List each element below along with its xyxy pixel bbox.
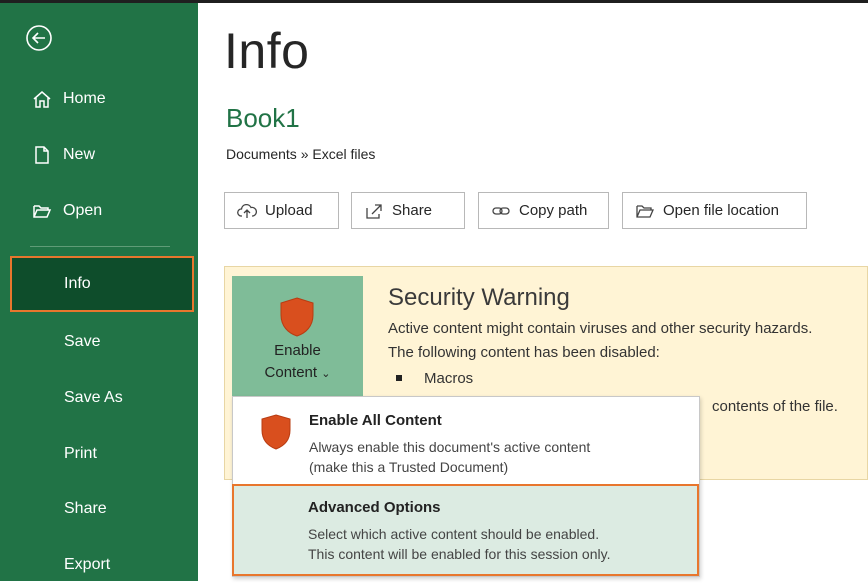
sidebar-item-open[interactable]: Open — [0, 189, 198, 233]
backstage-sidebar: Home New Open Info Save Save As Print Sh… — [0, 3, 198, 581]
advanced-options-item[interactable]: Advanced Options Select which active con… — [232, 484, 699, 576]
security-partial-text: contents of the file. — [712, 398, 838, 415]
enable-content-line1: Enable — [274, 342, 321, 359]
open-file-location-button[interactable]: Open file location — [622, 192, 807, 229]
security-warning-title: Security Warning — [388, 284, 570, 311]
enable-content-label: Enable Content ⌄ — [232, 340, 363, 385]
copy-path-label: Copy path — [519, 202, 588, 219]
sidebar-item-label: Home — [63, 90, 106, 107]
bullet-icon — [396, 375, 402, 381]
sidebar-item-label: Export — [64, 556, 111, 573]
advanced-options-title: Advanced Options — [308, 499, 441, 516]
disabled-item-macros: Macros — [424, 370, 474, 387]
sidebar-divider — [30, 246, 170, 247]
sidebar-item-label: Share — [64, 500, 107, 517]
advanced-options-desc-1: Select which active content should be en… — [308, 526, 600, 542]
enable-all-content-desc-2: (make this a Trusted Document) — [309, 459, 509, 475]
sidebar-item-info[interactable]: Info — [10, 256, 194, 312]
cloud-upload-icon — [237, 203, 257, 218]
link-icon — [492, 206, 510, 215]
sidebar-item-save-as[interactable]: Save As — [0, 376, 198, 420]
sidebar-item-label: Info — [64, 275, 91, 292]
security-disabled-text: The following content has been disabled: — [388, 344, 660, 361]
sidebar-item-save[interactable]: Save — [0, 320, 198, 364]
folder-open-icon — [636, 204, 654, 218]
sidebar-item-export[interactable]: Export — [0, 543, 198, 587]
enable-all-content-title: Enable All Content — [309, 412, 442, 429]
sidebar-item-label: Print — [64, 445, 97, 462]
sidebar-item-label: Save As — [64, 389, 123, 406]
share-icon — [366, 203, 382, 219]
share-label: Share — [392, 202, 433, 219]
sidebar-item-share[interactable]: Share — [0, 487, 198, 531]
shield-icon — [280, 297, 314, 337]
upload-label: Upload — [265, 202, 313, 219]
sidebar-item-label: New — [63, 146, 96, 163]
copy-path-button[interactable]: Copy path — [478, 192, 609, 229]
home-icon — [31, 88, 53, 110]
share-button[interactable]: Share — [351, 192, 465, 229]
back-arrow-icon[interactable] — [24, 23, 54, 53]
folder-open-icon — [31, 200, 53, 222]
page-title: Info — [224, 23, 310, 79]
sidebar-item-print[interactable]: Print — [0, 432, 198, 476]
sidebar-item-label: Open — [63, 202, 103, 219]
enable-all-content-desc-1: Always enable this document's active con… — [309, 439, 591, 455]
chevron-down-icon: ⌄ — [321, 368, 331, 380]
shield-icon — [261, 414, 291, 450]
advanced-options-desc-2: This content will be enabled for this se… — [308, 546, 611, 562]
new-document-icon — [31, 144, 53, 166]
security-warning-text: Active content might contain viruses and… — [388, 320, 813, 337]
breadcrumb: Documents » Excel files — [226, 146, 376, 162]
open-file-location-label: Open file location — [663, 202, 779, 219]
workbook-name: Book1 — [226, 103, 300, 133]
enable-content-line2: Content — [264, 364, 318, 381]
sidebar-item-home[interactable]: Home — [0, 77, 198, 121]
sidebar-item-label: Save — [64, 333, 101, 350]
upload-button[interactable]: Upload — [224, 192, 339, 229]
sidebar-item-new[interactable]: New — [0, 133, 198, 177]
enable-all-content-item[interactable]: Enable All Content Always enable this do… — [233, 397, 701, 483]
